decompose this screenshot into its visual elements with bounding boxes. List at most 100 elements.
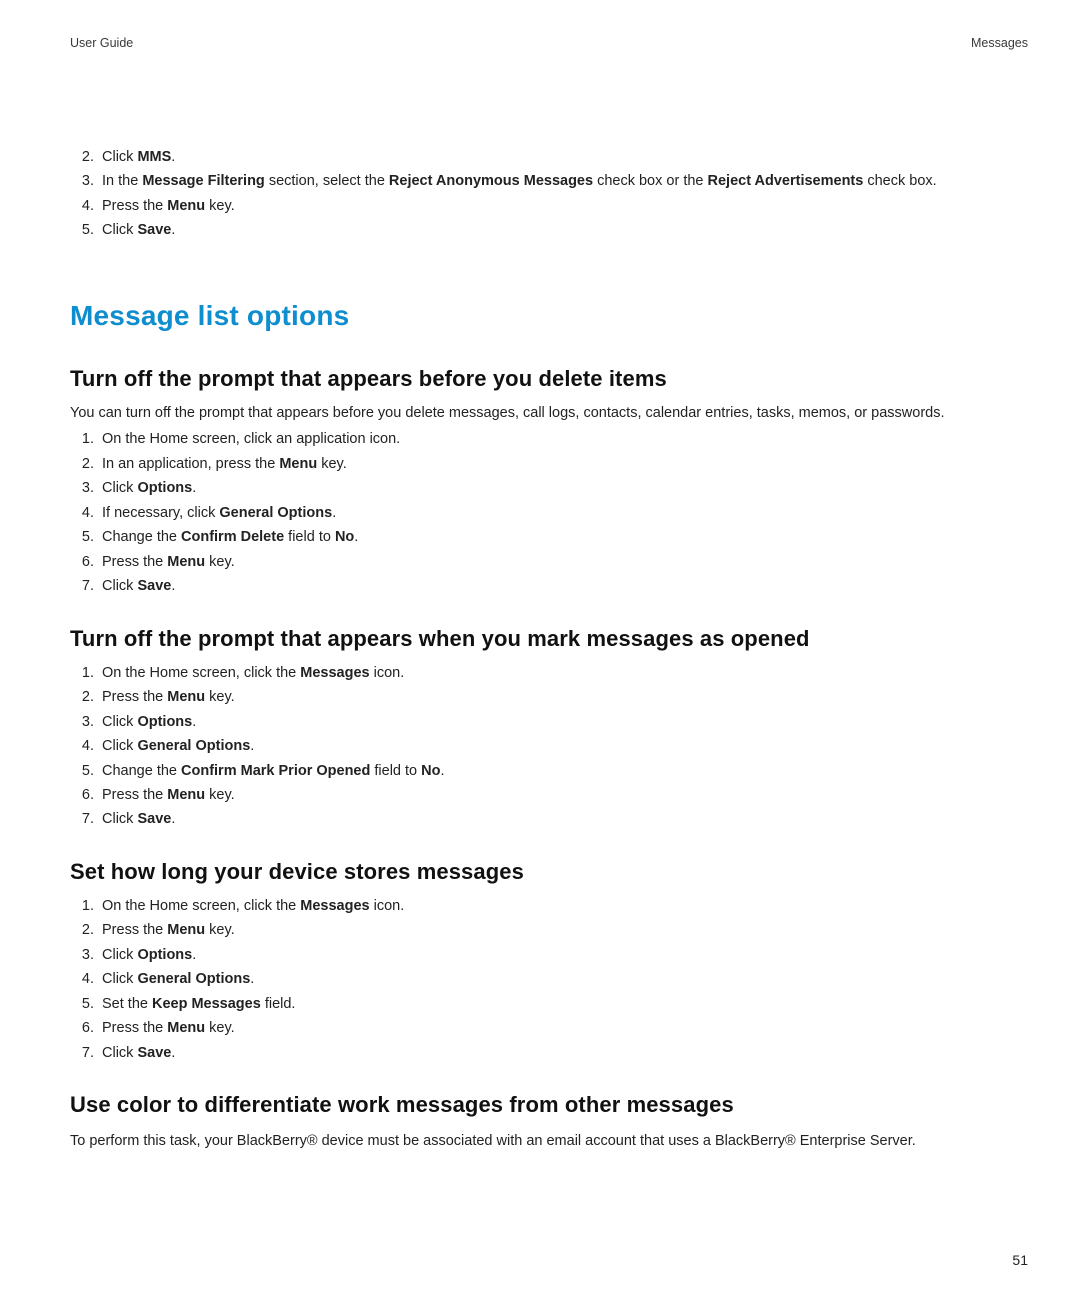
list-item: 7.Click Save. [98,575,1028,597]
page-header: User Guide Messages [70,36,1028,50]
list-number: 4. [72,502,94,524]
list-item: 3.Click Options. [98,711,1028,733]
list-item-text: Press the Menu key. [102,922,235,938]
bold-term: Options [137,947,192,963]
list-number: 3. [72,711,94,733]
bold-term: Reject Advertisements [708,173,864,189]
list-item-text: Click Save. [102,1045,175,1061]
list-item: 5.Set the Keep Messages field. [98,993,1028,1015]
bold-term: Save [137,578,171,594]
list-item-text: Press the Menu key. [102,1020,235,1036]
list-item: 3.In the Message Filtering section, sele… [98,170,1028,192]
bold-term: General Options [219,505,332,521]
list-item-text: On the Home screen, click an application… [102,431,400,447]
bold-term: Save [137,1045,171,1061]
bold-term: General Options [137,971,250,987]
list-item-text: Press the Menu key. [102,689,235,705]
list-item: 5.Change the Confirm Delete field to No. [98,526,1028,548]
bold-term: No [421,763,440,779]
list-item: 3.Click Options. [98,477,1028,499]
list-number: 7. [72,808,94,830]
list-number: 6. [72,551,94,573]
list-item: 6.Press the Menu key. [98,1017,1028,1039]
list-item: 2.Press the Menu key. [98,919,1028,941]
bold-term: Options [137,480,192,496]
list-number: 5. [72,219,94,241]
list-item: 4.Click General Options. [98,968,1028,990]
bold-term: Menu [167,922,205,938]
list-number: 7. [72,1042,94,1064]
section-heading: Message list options [70,300,1028,332]
list-item: 2.Click MMS. [98,146,1028,168]
list-item: 4.If necessary, click General Options. [98,502,1028,524]
list-number: 4. [72,968,94,990]
subsection-heading-color-differentiate: Use color to differentiate work messages… [70,1092,1028,1118]
list-item-text: Change the Confirm Mark Prior Opened fie… [102,763,445,779]
header-right: Messages [971,36,1028,50]
bold-term: Menu [167,689,205,705]
list-number: 3. [72,477,94,499]
list-number: 7. [72,575,94,597]
bold-term: Confirm Mark Prior Opened [181,763,370,779]
list-item-text: Click Save. [102,578,175,594]
intro-paragraph: To perform this task, your BlackBerry® d… [70,1130,1028,1152]
list-item-text: In the Message Filtering section, select… [102,173,937,189]
list-number: 1. [72,895,94,917]
list-number: 5. [72,526,94,548]
bold-term: Menu [167,554,205,570]
bold-term: Confirm Delete [181,529,284,545]
list-item-text: Click MMS. [102,149,175,165]
list-item: 1.On the Home screen, click the Messages… [98,895,1028,917]
steps-list-store-messages: 1.On the Home screen, click the Messages… [70,895,1028,1064]
bold-term: Options [137,714,192,730]
list-item: 4.Click General Options. [98,735,1028,757]
steps-list-delete-prompt: 1.On the Home screen, click an applicati… [70,428,1028,597]
list-item: 2.In an application, press the Menu key. [98,453,1028,475]
list-number: 2. [72,919,94,941]
list-item: 2.Press the Menu key. [98,686,1028,708]
list-number: 6. [72,1017,94,1039]
list-item-text: Click Save. [102,811,175,827]
bold-term: Menu [167,198,205,214]
subsection-heading-delete-prompt: Turn off the prompt that appears before … [70,366,1028,392]
list-item-text: Press the Menu key. [102,787,235,803]
list-number: 4. [72,195,94,217]
bold-term: No [335,529,354,545]
list-item: 5.Click Save. [98,219,1028,241]
bold-term: Menu [167,787,205,803]
list-item: 6.Press the Menu key. [98,784,1028,806]
bold-term: Save [137,811,171,827]
list-number: 2. [72,453,94,475]
list-number: 2. [72,686,94,708]
bold-term: Menu [167,1020,205,1036]
bold-term: Save [137,222,171,238]
list-item-text: Click Options. [102,480,196,496]
bold-term: Messages [300,898,369,914]
list-item-text: Click General Options. [102,738,254,754]
list-item-text: In an application, press the Menu key. [102,456,347,472]
list-number: 3. [72,944,94,966]
list-item: 7.Click Save. [98,1042,1028,1064]
list-item-text: Press the Menu key. [102,198,235,214]
bold-term: Menu [279,456,317,472]
list-item: 5.Change the Confirm Mark Prior Opened f… [98,760,1028,782]
list-item-text: Set the Keep Messages field. [102,996,295,1012]
bold-term: MMS [137,149,171,165]
list-item-text: Click Save. [102,222,175,238]
list-number: 5. [72,760,94,782]
list-item-text: Click General Options. [102,971,254,987]
list-item: 3.Click Options. [98,944,1028,966]
list-number: 6. [72,784,94,806]
steps-list-mark-opened: 1.On the Home screen, click the Messages… [70,662,1028,831]
page: User Guide Messages 2.Click MMS.3.In the… [0,0,1080,1296]
list-item: 4.Press the Menu key. [98,195,1028,217]
bold-term: Messages [300,665,369,681]
list-item: 7.Click Save. [98,808,1028,830]
list-number: 2. [72,146,94,168]
page-number: 51 [1012,1252,1028,1268]
subsection-heading-store-messages: Set how long your device stores messages [70,859,1028,885]
list-item: 6.Press the Menu key. [98,551,1028,573]
list-item-text: Click Options. [102,947,196,963]
continued-steps-list: 2.Click MMS.3.In the Message Filtering s… [70,146,1028,242]
list-item: 1.On the Home screen, click an applicati… [98,428,1028,450]
